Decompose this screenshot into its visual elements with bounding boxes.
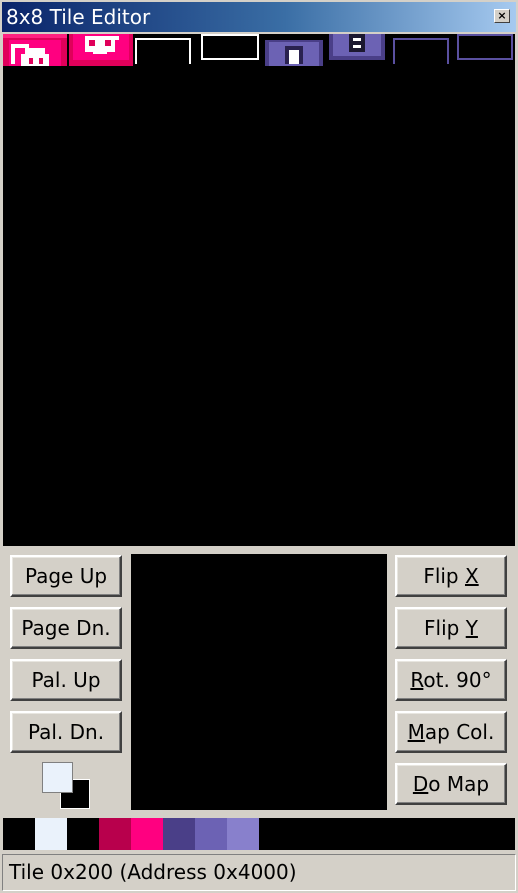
do-map-accelerator: D [412,772,429,796]
page-down-button[interactable]: Page Dn. [10,607,122,649]
current-colors[interactable] [42,762,92,812]
foreground-color-swatch[interactable] [42,762,73,793]
palette-color-4[interactable] [131,818,163,850]
flip-y-accelerator: Y [465,616,478,640]
tile-5[interactable] [329,34,385,60]
palette-bar[interactable] [3,818,515,850]
map-col-label-suffix: ap Col. [424,720,495,744]
palette-down-button[interactable]: Pal. Dn. [10,711,122,753]
tile-4[interactable] [265,40,323,66]
palette-color-5[interactable] [163,818,195,850]
tile-editor-window: 8x8 Tile Editor × Page Up Page Dn. Pal. … [0,0,518,893]
flip-x-label-prefix: Flip [423,564,465,588]
tile-6[interactable] [393,38,449,64]
tile-3[interactable] [201,34,259,60]
flip-y-button[interactable]: Flip Y [395,607,507,649]
flip-y-label-prefix: Flip [424,616,466,640]
do-map-button[interactable]: Do Map [395,763,507,805]
do-map-label-suffix: o Map [428,772,490,796]
tile-1[interactable] [69,34,133,66]
tile-7[interactable] [457,34,513,60]
page-up-button[interactable]: Page Up [10,555,122,597]
close-button[interactable]: × [494,9,510,23]
title-bar[interactable]: 8x8 Tile Editor × [2,2,516,32]
palette-color-1[interactable] [35,818,67,850]
rotate-label-suffix: ot. 90° [423,668,492,692]
palette-color-6[interactable] [195,818,227,850]
palette-color-2[interactable] [67,818,99,850]
tile-edit-canvas[interactable] [131,554,387,810]
flip-x-button[interactable]: Flip X [395,555,507,597]
flip-x-accelerator: X [464,564,479,588]
tile-strip [3,34,513,66]
rotate-90-button[interactable]: Rot. 90° [395,659,507,701]
palette-color-0[interactable] [3,818,35,850]
status-bar: Tile 0x200 (Address 0x4000) [2,854,516,891]
tile-2[interactable] [135,38,191,64]
rotate-accelerator: R [410,668,424,692]
window-title: 8x8 Tile Editor [6,5,151,29]
palette-color-7[interactable] [227,818,259,850]
palette-color-3[interactable] [99,818,131,850]
palette-up-button[interactable]: Pal. Up [10,659,122,701]
map-col-accelerator: M [407,720,425,744]
map-color-button[interactable]: Map Col. [395,711,507,753]
tile-0[interactable] [3,34,67,66]
tile-sheet-view[interactable] [3,34,515,546]
